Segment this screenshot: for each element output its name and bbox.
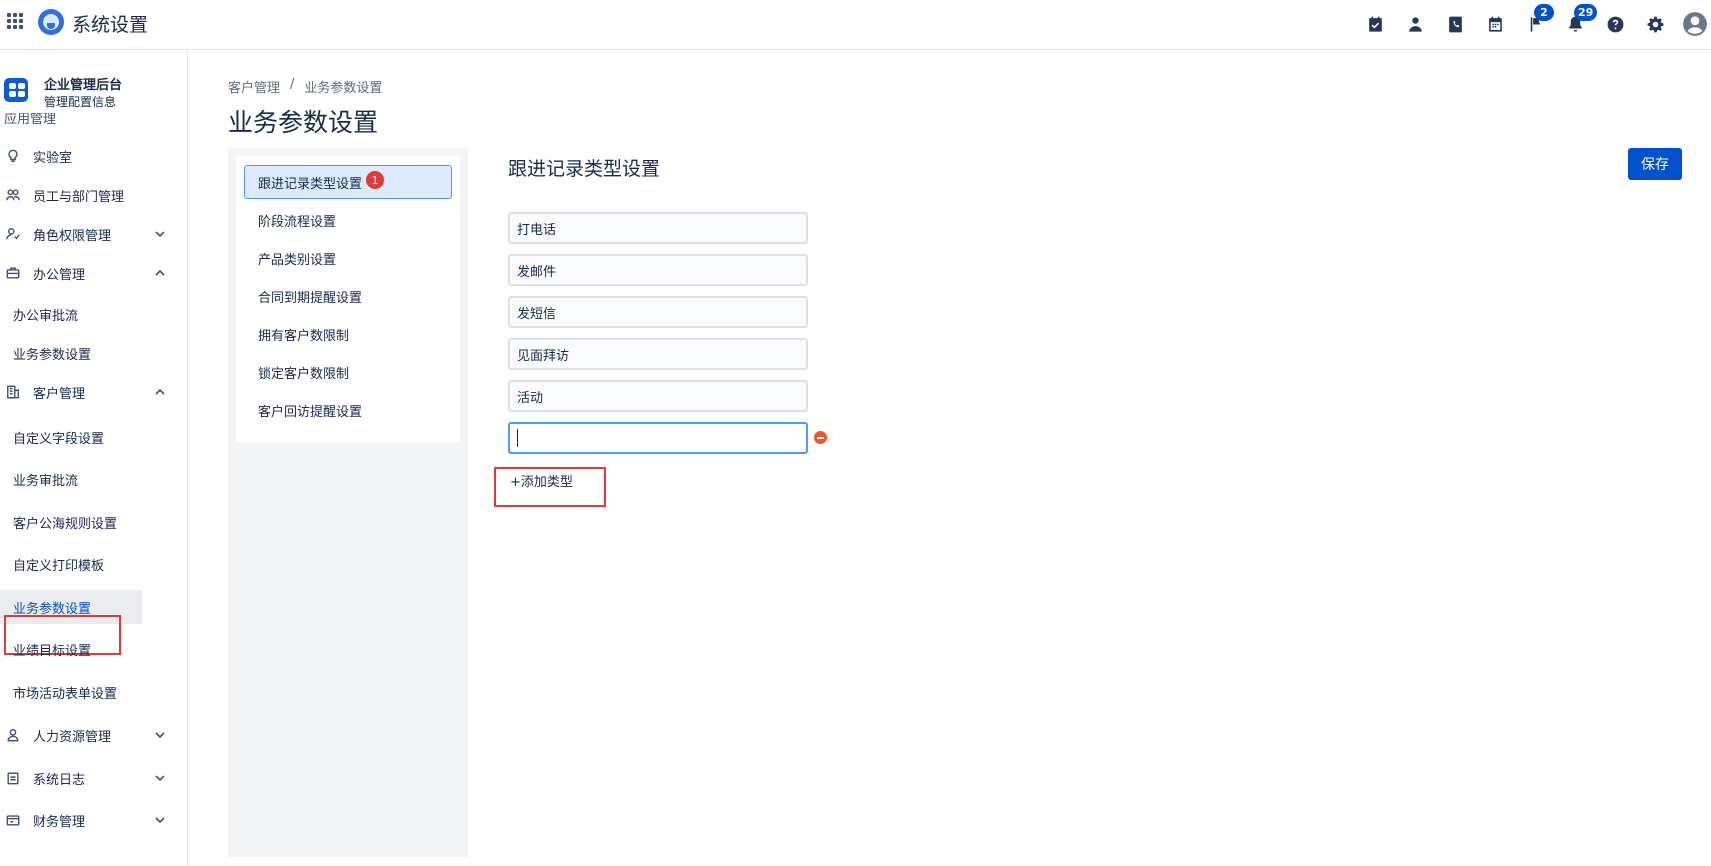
chevron-down-icon[interactable] bbox=[153, 771, 167, 785]
type-field-email[interactable]: 发邮件 bbox=[508, 254, 808, 286]
subnav-item-revisit-reminder[interactable]: 客户回访提醒设置 bbox=[244, 393, 452, 427]
person-icon[interactable] bbox=[1399, 8, 1431, 40]
sidebar-item-label: 客户管理 bbox=[33, 386, 86, 402]
sidebar-subitem-performance-goals[interactable]: 业绩目标设置 bbox=[0, 632, 187, 666]
subnav-item-followup-types[interactable]: 跟进记录类型设置 1 bbox=[244, 165, 452, 199]
role-icon bbox=[5, 226, 21, 242]
calendar-icon[interactable] bbox=[1479, 8, 1511, 40]
sidebar-item-system-log[interactable]: 系统日志 bbox=[0, 763, 187, 793]
sidebar: 应用管理 企业管理后台 管理配置信息 实验室 员工与部门管理 角色权限管理 办公… bbox=[0, 50, 188, 866]
flag-badge: 2 bbox=[1534, 4, 1554, 21]
subnav-item-contract-expiry[interactable]: 合同到期提醒设置 bbox=[244, 279, 452, 313]
sidebar-item-partial[interactable]: 应用管理 bbox=[4, 113, 56, 127]
type-field-sms[interactable]: 发短信 bbox=[508, 296, 808, 328]
top-bar: 系统设置 2 29 bbox=[0, 0, 1711, 50]
briefcase-icon bbox=[5, 265, 21, 281]
help-icon[interactable] bbox=[1599, 8, 1631, 40]
type-field-activity[interactable]: 活动 bbox=[508, 380, 808, 412]
people-icon bbox=[5, 187, 21, 203]
bell-icon[interactable]: 29 bbox=[1559, 4, 1598, 40]
bulb-icon bbox=[5, 148, 21, 164]
breadcrumb-parent[interactable]: 客户管理 bbox=[228, 77, 280, 96]
remove-icon[interactable] bbox=[814, 431, 827, 444]
app-title: 系统设置 bbox=[72, 14, 149, 36]
log-icon bbox=[5, 770, 21, 786]
type-field-phone-call[interactable]: 打电话 bbox=[508, 212, 808, 244]
sidebar-subitem-office-approval[interactable]: 办公审批流 bbox=[0, 297, 187, 331]
calendar-check-icon[interactable] bbox=[1359, 8, 1391, 40]
breadcrumb: 客户管理 / 业务参数设置 bbox=[228, 77, 382, 96]
chevron-down-icon[interactable] bbox=[153, 728, 167, 742]
settings-subnav: 跟进记录类型设置 1 阶段流程设置 产品类别设置 合同到期提醒设置 拥有客户数限… bbox=[236, 156, 460, 442]
chevron-down-icon[interactable] bbox=[153, 227, 167, 241]
person-icon bbox=[5, 727, 21, 743]
chevron-down-icon[interactable] bbox=[153, 813, 167, 827]
sidebar-item-label: 人力资源管理 bbox=[33, 729, 112, 745]
sidebar-item-label: 实验室 bbox=[33, 150, 73, 166]
sidebar-subtitle: 管理配置信息 bbox=[44, 95, 117, 109]
settings-subnav-panel: 跟进记录类型设置 1 阶段流程设置 产品类别设置 合同到期提醒设置 拥有客户数限… bbox=[228, 148, 468, 857]
sidebar-item-label: 员工与部门管理 bbox=[33, 189, 125, 205]
sidebar-subitem-marketing-forms[interactable]: 市场活动表单设置 bbox=[0, 675, 187, 709]
type-field-visit[interactable]: 见面拜访 bbox=[508, 338, 808, 370]
sidebar-subitem-office-params[interactable]: 业务参数设置 bbox=[0, 336, 187, 370]
sidebar-item-label: 系统日志 bbox=[33, 772, 86, 788]
sidebar-subitem-public-pool-rules[interactable]: 客户公海规则设置 bbox=[0, 505, 187, 539]
notification-badge: 1 bbox=[366, 171, 385, 189]
subnav-item-owned-customer-limit[interactable]: 拥有客户数限制 bbox=[244, 317, 452, 351]
sidebar-title: 企业管理后台 bbox=[44, 78, 123, 93]
sidebar-item-staff[interactable]: 员工与部门管理 bbox=[0, 180, 187, 210]
sidebar-item-office[interactable]: 办公管理 bbox=[0, 258, 187, 288]
sidebar-item-label: 办公管理 bbox=[33, 267, 86, 283]
sidebar-item-customer[interactable]: 客户管理 bbox=[0, 377, 187, 407]
subnav-item-product-category[interactable]: 产品类别设置 bbox=[244, 241, 452, 275]
section-title: 跟进记录类型设置 bbox=[508, 158, 661, 180]
page-title: 业务参数设置 bbox=[228, 108, 379, 137]
text-caret bbox=[517, 429, 518, 447]
app-logo bbox=[38, 9, 64, 35]
avatar-icon[interactable] bbox=[1679, 8, 1711, 40]
breadcrumb-separator: / bbox=[290, 77, 295, 92]
chevron-up-icon[interactable] bbox=[153, 266, 167, 280]
phone-book-icon[interactable] bbox=[1439, 8, 1471, 40]
finance-icon bbox=[5, 812, 21, 828]
app-grid-icon[interactable] bbox=[7, 13, 23, 29]
subnav-item-locked-customer-limit[interactable]: 锁定客户数限制 bbox=[244, 355, 452, 389]
top-icons: 2 29 bbox=[1351, 4, 1711, 40]
breadcrumb-current: 业务参数设置 bbox=[304, 81, 383, 96]
sidebar-item-finance[interactable]: 财务管理 bbox=[0, 805, 187, 835]
subnav-item-stage-flow[interactable]: 阶段流程设置 bbox=[244, 203, 452, 237]
gear-icon[interactable] bbox=[1639, 8, 1671, 40]
building-icon bbox=[5, 384, 21, 400]
flag-icon[interactable]: 2 bbox=[1519, 4, 1554, 40]
type-field-new[interactable] bbox=[508, 422, 808, 454]
sidebar-subitem-business-approval[interactable]: 业务审批流 bbox=[0, 462, 187, 496]
bell-badge: 29 bbox=[1574, 4, 1598, 21]
sidebar-item-label: 角色权限管理 bbox=[33, 228, 112, 244]
sidebar-subitem-print-template[interactable]: 自定义打印模板 bbox=[0, 547, 187, 581]
chevron-up-icon[interactable] bbox=[153, 385, 167, 399]
admin-logo-icon bbox=[4, 78, 28, 102]
sidebar-item-lab[interactable]: 实验室 bbox=[0, 141, 187, 171]
sidebar-item-hr[interactable]: 人力资源管理 bbox=[0, 720, 187, 750]
sidebar-item-roles[interactable]: 角色权限管理 bbox=[0, 219, 187, 249]
sidebar-header: 企业管理后台 管理配置信息 bbox=[0, 70, 187, 110]
sidebar-subitem-custom-fields[interactable]: 自定义字段设置 bbox=[0, 420, 187, 454]
sidebar-subitem-business-params[interactable]: 业务参数设置 bbox=[0, 590, 142, 624]
add-type-button[interactable]: +添加类型 bbox=[510, 471, 573, 490]
subnav-item-label: 跟进记录类型设置 bbox=[258, 176, 363, 192]
sidebar-item-label: 财务管理 bbox=[33, 814, 86, 830]
save-button[interactable]: 保存 bbox=[1628, 148, 1682, 180]
